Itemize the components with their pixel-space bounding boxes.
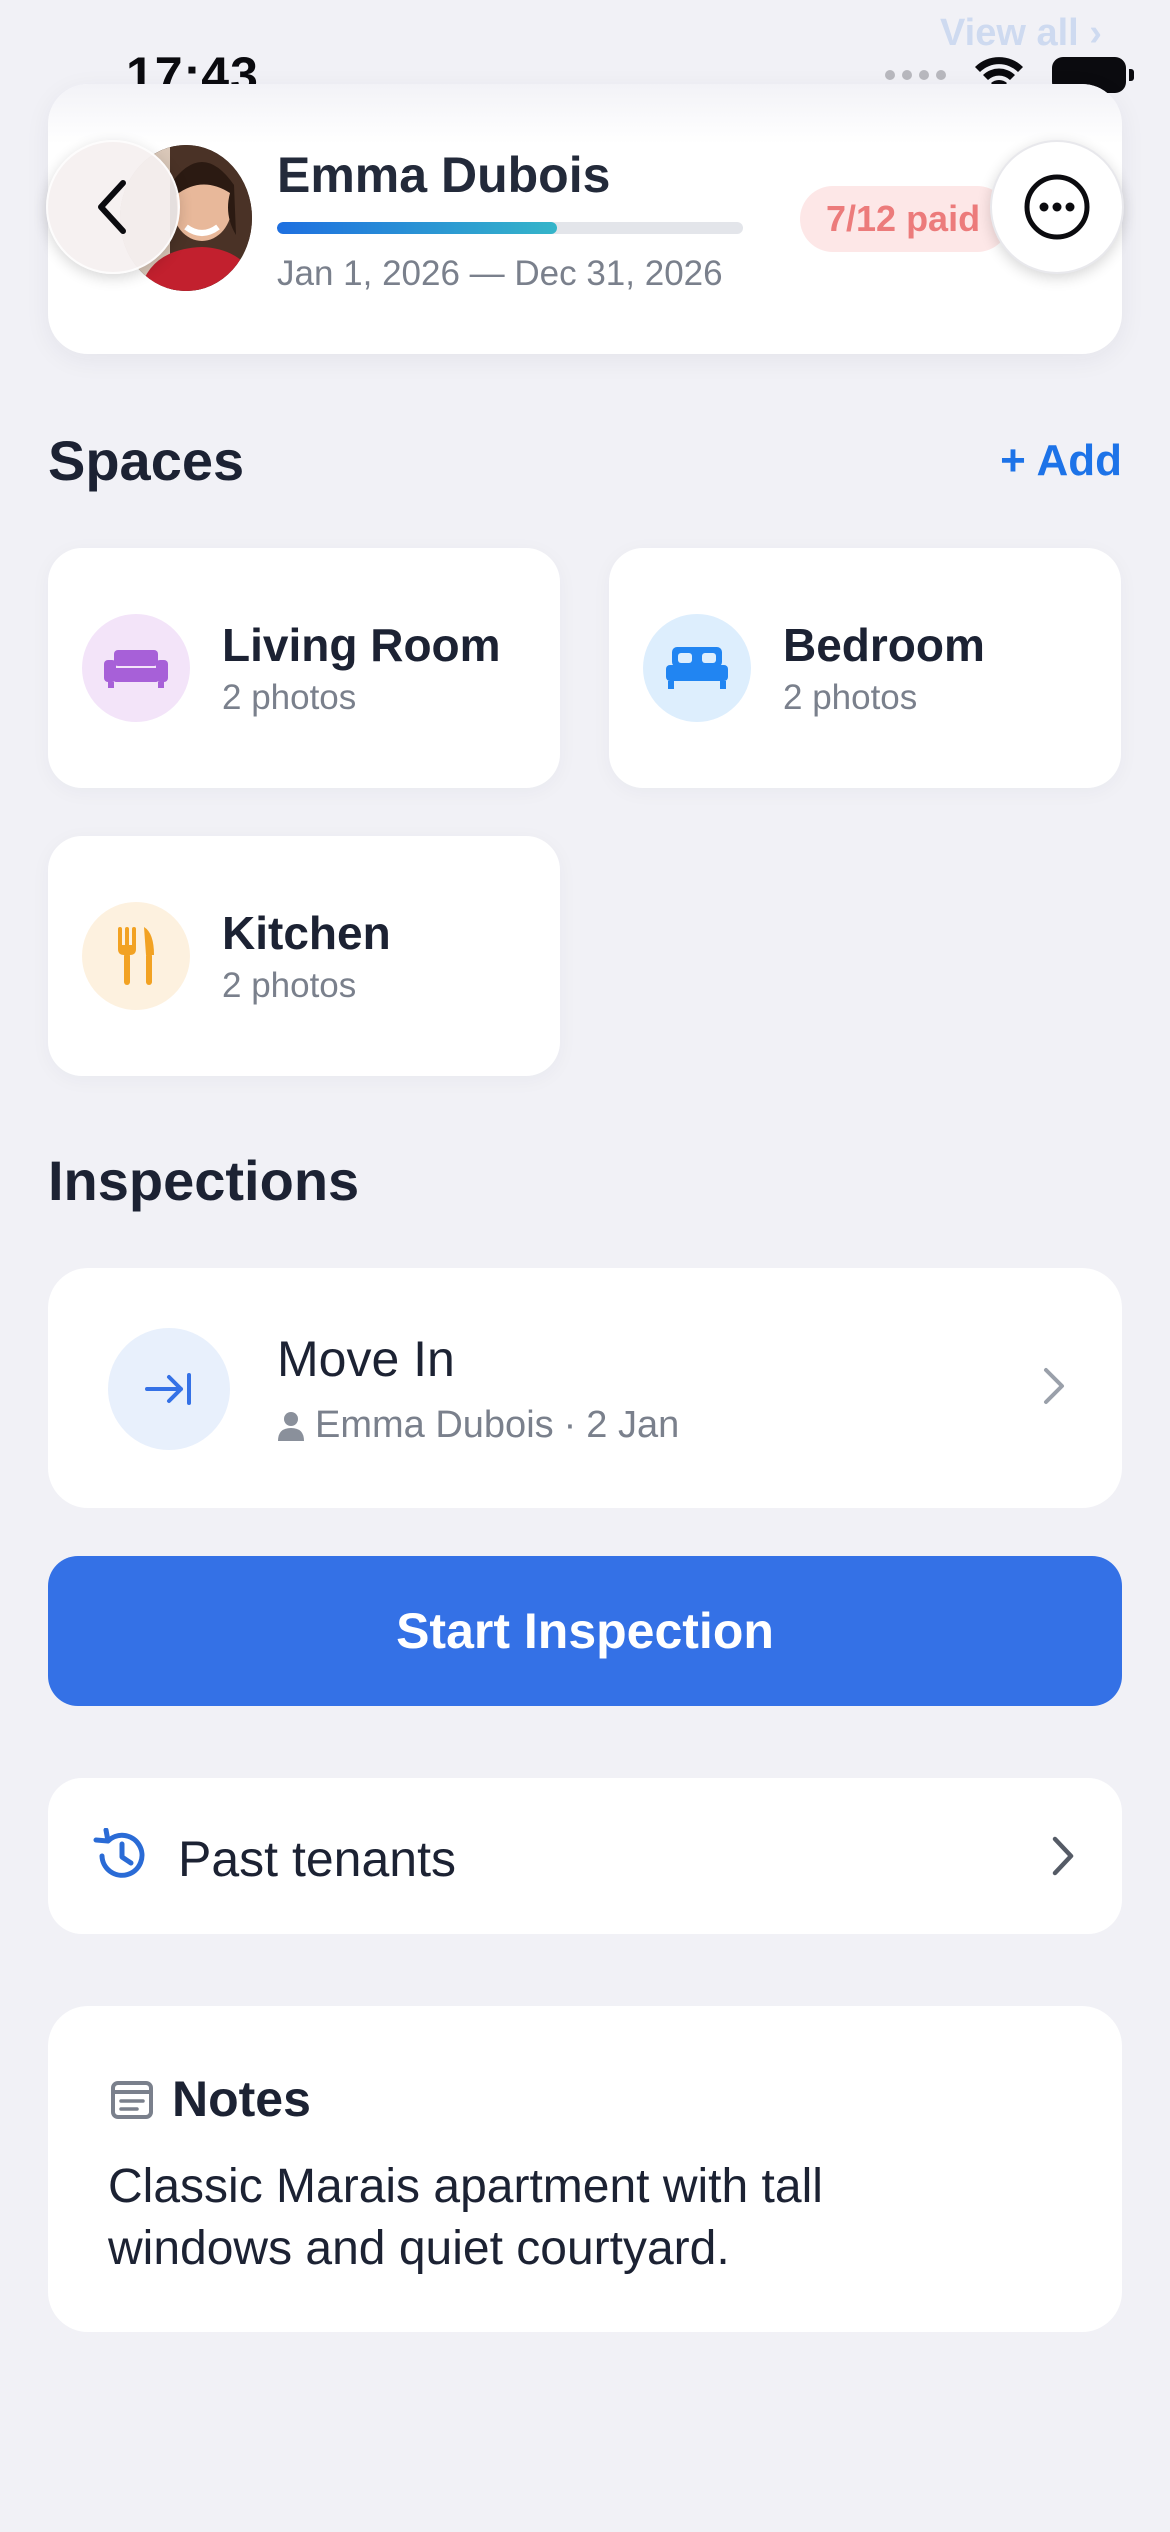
- note-icon: [111, 2081, 153, 2119]
- space-photo-count: 2 photos: [222, 966, 357, 1005]
- sofa-icon: [82, 614, 190, 722]
- notes-title: Notes: [172, 2071, 311, 2127]
- chevron-right-icon: ›: [1089, 12, 1102, 54]
- add-space-button[interactable]: + Add: [1000, 436, 1122, 486]
- space-card-kitchen[interactable]: Kitchen 2 photos: [48, 836, 560, 1076]
- property-detail-screen: 17:43 View all › Emma Dubois Jan 1, 2026…: [0, 0, 1170, 2532]
- space-card-living-room[interactable]: Living Room 2 photos: [48, 548, 560, 788]
- start-inspection-button[interactable]: Start Inspection: [48, 1556, 1122, 1706]
- ellipsis-circle-icon: [1024, 174, 1090, 240]
- inspection-item-move-in[interactable]: Move In Emma Dubois · 2 Jan: [48, 1268, 1122, 1508]
- tenant-name: Emma Dubois: [277, 147, 611, 203]
- payment-progress-bar: [277, 222, 743, 234]
- view-all-link[interactable]: View all ›: [940, 12, 1102, 55]
- past-tenants-row[interactable]: Past tenants: [48, 1778, 1122, 1934]
- back-button[interactable]: [46, 140, 180, 274]
- chevron-right-icon: [1052, 1836, 1074, 1876]
- person-icon: [278, 1411, 304, 1441]
- paid-status-badge: 7/12 paid: [800, 186, 1011, 252]
- notes-card: Notes Classic Marais apartment with tall…: [48, 2006, 1122, 2332]
- space-name: Bedroom: [783, 619, 985, 671]
- chevron-right-icon: [1044, 1368, 1064, 1404]
- history-icon: [93, 1828, 145, 1878]
- inspections-section-title: Inspections: [48, 1149, 360, 1212]
- past-tenants-label: Past tenants: [178, 1831, 456, 1887]
- space-photo-count: 2 photos: [222, 678, 357, 717]
- meta-separator: ·: [563, 1404, 577, 1446]
- space-card-bedroom[interactable]: Bedroom 2 photos: [609, 548, 1121, 788]
- inspection-meta: Emma Dubois · 2 Jan: [277, 1404, 679, 1447]
- fork-knife-icon: [82, 902, 190, 1010]
- inspection-person: Emma Dubois: [315, 1404, 554, 1446]
- inspection-date: 2 Jan: [586, 1404, 680, 1446]
- arrow-to-line-icon: [108, 1328, 230, 1450]
- chevron-left-icon: [98, 180, 126, 234]
- payment-progress-fill: [277, 222, 557, 234]
- inspection-title: Move In: [277, 1331, 455, 1387]
- space-name: Living Room: [222, 619, 501, 671]
- cellular-signal-icon: [885, 70, 946, 80]
- spaces-section-title: Spaces: [48, 429, 245, 492]
- bed-icon: [643, 614, 751, 722]
- more-options-button[interactable]: [990, 140, 1124, 274]
- lease-dates: Jan 1, 2026 — Dec 31, 2026: [277, 254, 723, 293]
- space-photo-count: 2 photos: [783, 678, 918, 717]
- space-name: Kitchen: [222, 907, 391, 959]
- view-all-label: View all: [940, 12, 1079, 54]
- notes-body: Classic Marais apartment with tall windo…: [108, 2160, 823, 2275]
